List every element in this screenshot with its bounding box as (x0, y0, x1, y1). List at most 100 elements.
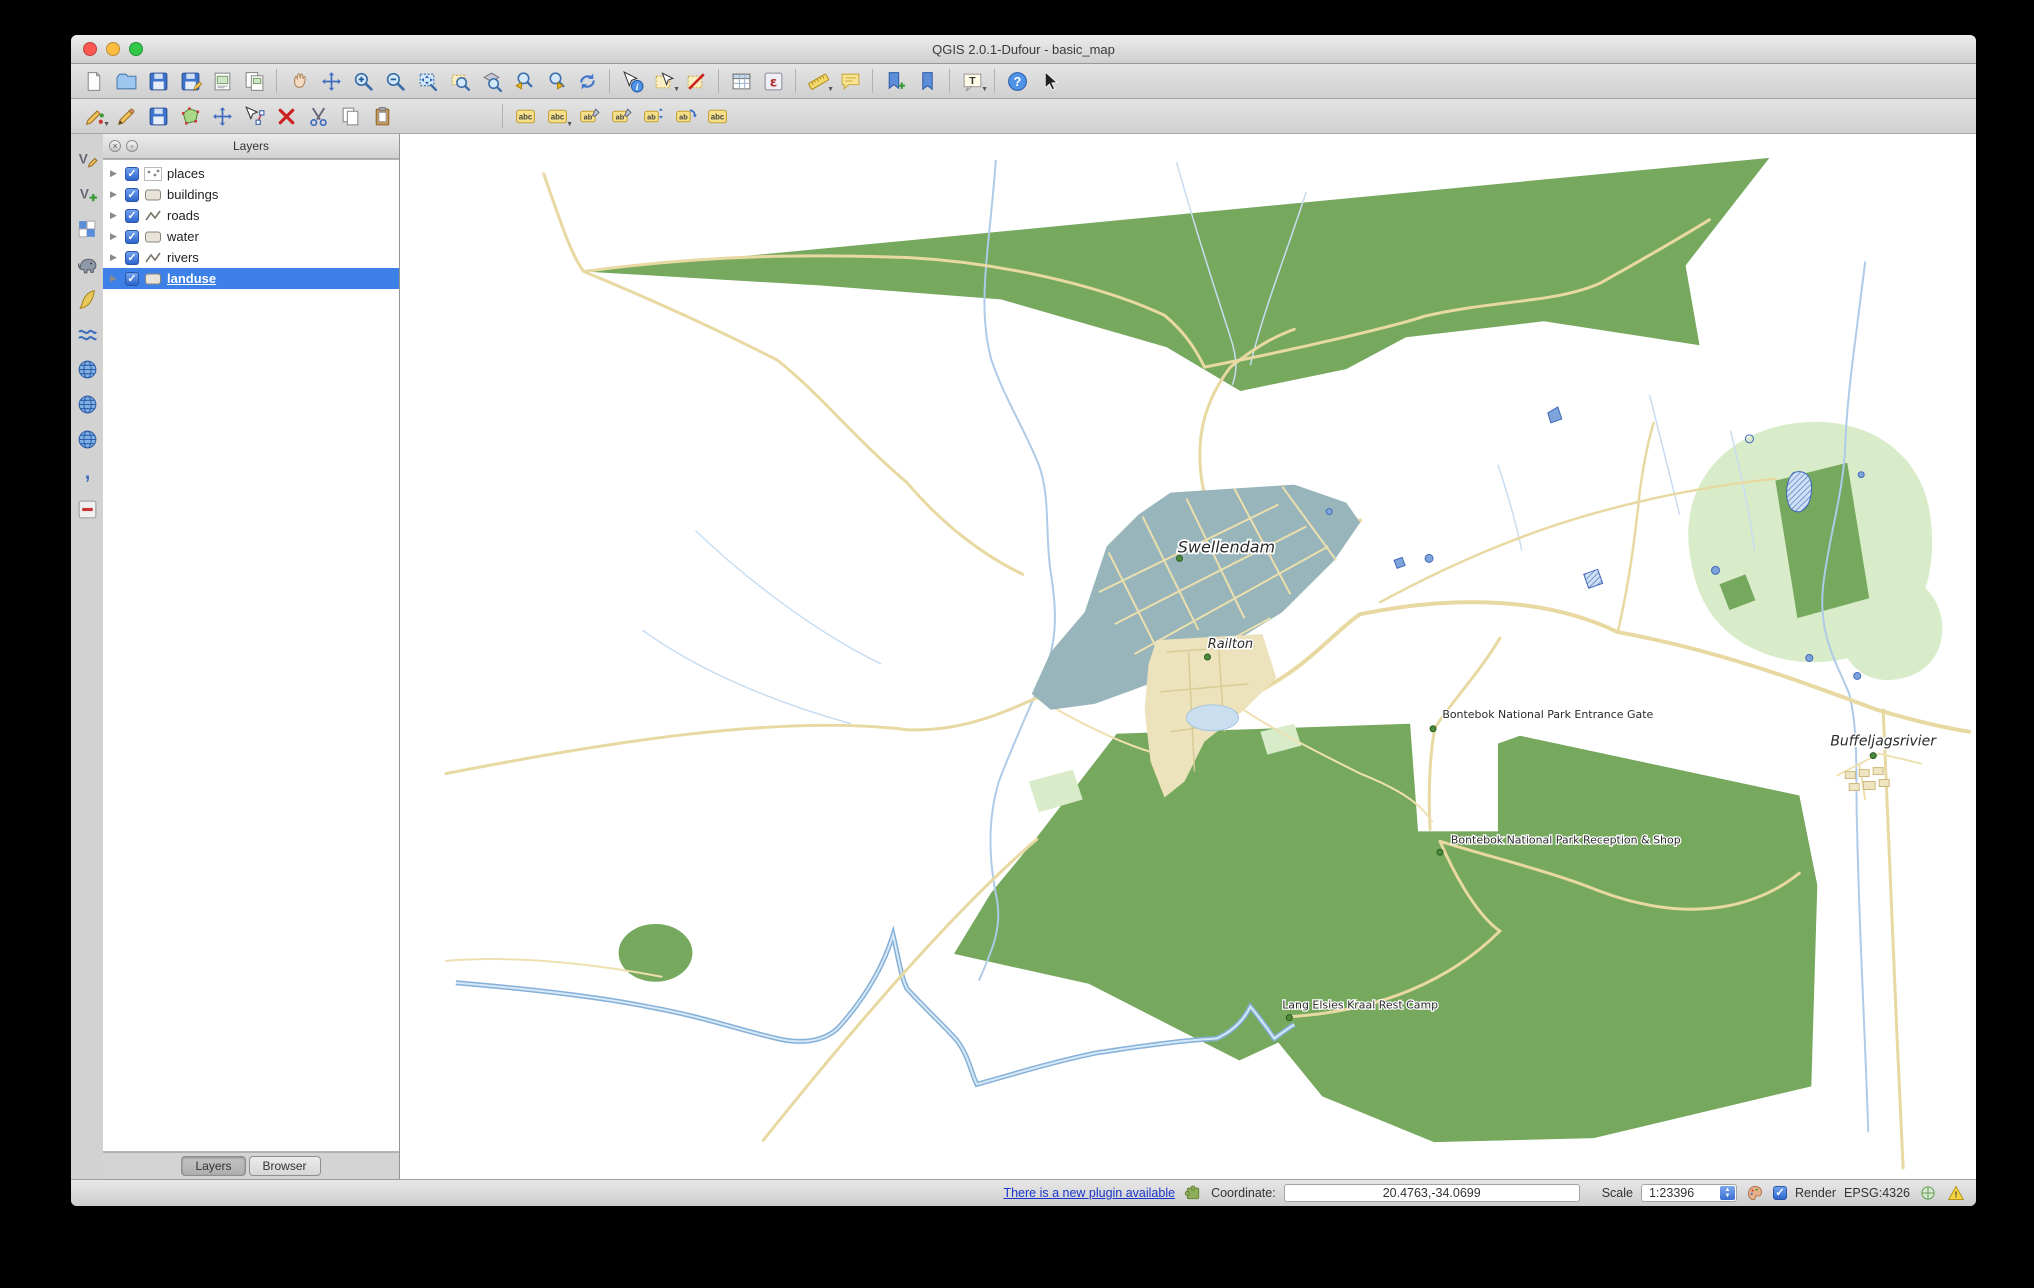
expand-arrow-icon[interactable]: ▶ (110, 231, 120, 242)
paste-features-button[interactable] (367, 102, 397, 130)
delete-selected-button[interactable] (271, 102, 301, 130)
layer-checkbox[interactable]: ✓ (125, 188, 139, 202)
add-postgis-layer-button[interactable] (73, 251, 101, 277)
coordinate-input[interactable]: 20.4763,-34.0699 (1284, 1184, 1580, 1202)
layer-checkbox[interactable]: ✓ (125, 251, 139, 265)
move-label-button[interactable] (638, 102, 668, 130)
cut-features-button[interactable] (303, 102, 333, 130)
zoom-window-button[interactable] (129, 42, 143, 56)
layer-row-roads[interactable]: ▶ ✓ roads (103, 205, 399, 226)
expand-arrow-icon[interactable]: ▶ (110, 210, 120, 221)
save-layer-edits-button[interactable] (143, 102, 173, 130)
layer-tree[interactable]: ▶ ✓ places ▶ ✓ buildings ▶ ✓ roads (103, 159, 399, 1152)
tab-layers[interactable]: Layers (181, 1156, 245, 1176)
save-project-button[interactable] (143, 67, 173, 95)
layer-checkbox[interactable]: ✓ (125, 272, 139, 286)
render-checkbox[interactable]: ✓ (1773, 1186, 1787, 1200)
layer-label[interactable]: roads (167, 208, 200, 223)
node-tool-button[interactable] (239, 102, 269, 130)
copy-features-button[interactable] (335, 102, 365, 130)
add-feature-button[interactable] (175, 102, 205, 130)
layer-labeling-options-button[interactable] (510, 102, 540, 130)
expand-arrow-icon[interactable]: ▶ (110, 252, 120, 263)
layer-label[interactable]: water (167, 229, 199, 244)
move-feature-button[interactable] (207, 102, 237, 130)
layer-checkbox[interactable]: ✓ (125, 167, 139, 181)
show-bookmarks-button[interactable] (912, 67, 942, 95)
titlebar[interactable]: QGIS 2.0.1-Dufour - basic_map (71, 35, 1976, 64)
scale-combobox[interactable]: 1:23396▲▼ (1641, 1184, 1737, 1202)
tab-browser[interactable]: Browser (249, 1156, 321, 1176)
pin-unpin-labels-button[interactable] (574, 102, 604, 130)
messages-button[interactable] (1946, 1183, 1966, 1203)
pan-to-selection-button[interactable] (316, 67, 346, 95)
add-wfs-layer-button[interactable] (73, 426, 101, 452)
layer-row-rivers[interactable]: ▶ ✓ rivers (103, 247, 399, 268)
remove-layer-button[interactable] (73, 496, 101, 522)
rotate-label-button[interactable] (670, 102, 700, 130)
expand-arrow-icon[interactable]: ▶ (110, 189, 120, 200)
pan-map-button[interactable] (284, 67, 314, 95)
change-label-properties-button[interactable] (702, 102, 732, 130)
layer-label[interactable]: places (167, 166, 205, 181)
close-panel-button[interactable]: × (109, 140, 121, 152)
layer-row-water[interactable]: ▶ ✓ water (103, 226, 399, 247)
zoom-next-button[interactable] (540, 67, 570, 95)
layer-label[interactable]: landuse (167, 271, 216, 286)
zoom-to-selection-button[interactable] (444, 67, 474, 95)
field-calculator-button[interactable] (758, 67, 788, 95)
layer-label[interactable]: buildings (167, 187, 218, 202)
add-mssql-layer-button[interactable] (73, 321, 101, 347)
zoom-to-layer-button[interactable] (476, 67, 506, 95)
new-plugin-link[interactable]: There is a new plugin available (1003, 1186, 1175, 1200)
layer-row-landuse[interactable]: ▶ ✓ landuse (103, 268, 399, 289)
label-toolbar-button[interactable]: ▼ (542, 102, 572, 130)
add-wms-layer-button[interactable] (73, 356, 101, 382)
current-edits-button[interactable]: ▼ (79, 102, 109, 130)
new-bookmark-button[interactable] (880, 67, 910, 95)
layer-row-buildings[interactable]: ▶ ✓ buildings (103, 184, 399, 205)
layers-panel-header[interactable]: × ◦ Layers (103, 134, 399, 159)
render-suspend-icon[interactable] (1745, 1183, 1765, 1203)
select-features-button[interactable]: ▼ (649, 67, 679, 95)
measure-line-button[interactable]: ▼ (803, 67, 833, 95)
layer-checkbox[interactable]: ✓ (125, 230, 139, 244)
expand-arrow-icon[interactable]: ▶ (110, 273, 120, 284)
identify-features-button[interactable] (617, 67, 647, 95)
open-project-button[interactable] (111, 67, 141, 95)
whats-this-button[interactable] (1034, 67, 1064, 95)
layer-label[interactable]: rivers (167, 250, 199, 265)
help-contents-button[interactable] (1002, 67, 1032, 95)
close-window-button[interactable] (83, 42, 97, 56)
layer-checkbox[interactable]: ✓ (125, 209, 139, 223)
crs-status-button[interactable] (1918, 1183, 1938, 1203)
float-panel-button[interactable]: ◦ (126, 140, 138, 152)
zoom-in-button[interactable] (348, 67, 378, 95)
add-wcs-layer-button[interactable] (73, 391, 101, 417)
add-raster-layer-button[interactable] (73, 216, 101, 242)
map-tips-button[interactable] (835, 67, 865, 95)
save-project-as-button[interactable] (175, 67, 205, 95)
open-attribute-table-button[interactable] (726, 67, 756, 95)
refresh-map-button[interactable] (572, 67, 602, 95)
add-vector-layer-button[interactable] (73, 181, 101, 207)
expand-arrow-icon[interactable]: ▶ (110, 168, 120, 179)
composer-manager-button[interactable] (239, 67, 269, 95)
zoom-last-button[interactable] (508, 67, 538, 95)
minimize-window-button[interactable] (106, 42, 120, 56)
toggle-editing-button[interactable] (111, 102, 141, 130)
text-annotation-button[interactable]: ▼ (957, 67, 987, 95)
map-canvas[interactable]: Swellendam Railton Bontebok National Par… (400, 134, 1976, 1179)
deselect-features-button[interactable] (681, 67, 711, 95)
zoom-out-button[interactable] (380, 67, 410, 95)
new-vector-layer-button[interactable] (73, 146, 101, 172)
scale-stepper-icon[interactable]: ▲▼ (1720, 1186, 1735, 1200)
add-delimited-text-layer-button[interactable] (73, 461, 101, 487)
zoom-full-button[interactable] (412, 67, 442, 95)
new-print-composer-button[interactable] (207, 67, 237, 95)
layer-row-places[interactable]: ▶ ✓ places (103, 163, 399, 184)
add-spatialite-layer-button[interactable] (73, 286, 101, 312)
new-project-button[interactable] (79, 67, 109, 95)
plugin-icon[interactable] (1183, 1183, 1203, 1203)
highlight-pinned-labels-button[interactable] (606, 102, 636, 130)
